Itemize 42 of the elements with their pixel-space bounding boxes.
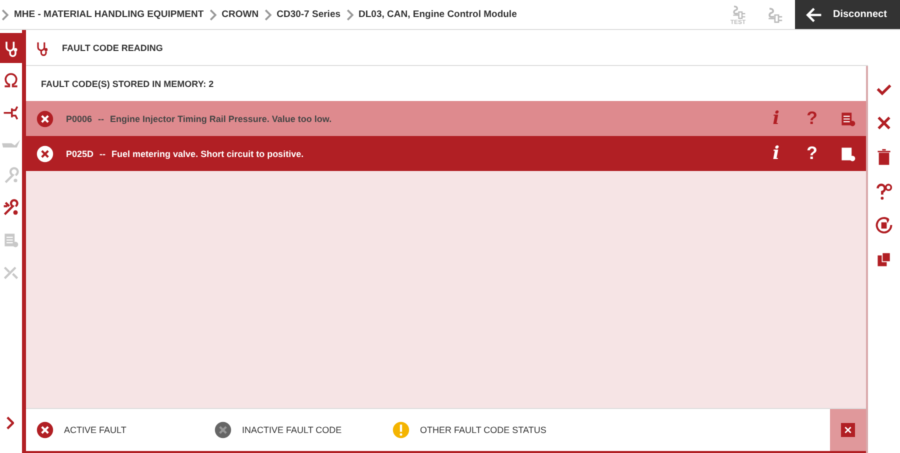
close-icon <box>841 423 855 437</box>
fault-code: P025D <box>66 148 94 158</box>
chevron-icon <box>344 8 355 20</box>
separator-dash: -- <box>98 114 104 124</box>
close-button[interactable] <box>830 409 866 451</box>
chevron-icon <box>6 416 14 430</box>
section-title: FAULT CODE READING <box>62 42 163 52</box>
active-fault-icon <box>36 144 54 162</box>
breadcrumb-item[interactable]: MHE - MATERIAL HANDLING EQUIPMENT <box>14 9 204 20</box>
legend-label: INACTIVE FAULT CODE <box>242 425 342 435</box>
help-button[interactable]: ? <box>794 143 830 164</box>
disconnect-button[interactable]: Disconnect <box>795 0 900 29</box>
warning-icon <box>392 421 410 439</box>
breadcrumb-item[interactable]: CD30-7 Series <box>276 9 341 20</box>
fault-row[interactable]: P025D -- Fuel metering valve. Short circuit to positive. i ? <box>26 136 866 171</box>
fault-description: Engine Injector Timing Rail Pressure. Value too low. <box>110 114 333 124</box>
chevron-icon <box>208 8 218 20</box>
chevron-icon <box>0 8 10 20</box>
fault-description: Fuel metering valve. Short circuit to positive. <box>112 148 305 158</box>
breadcrumb-item[interactable]: DL03, CAN, Engine Control Module <box>358 9 517 20</box>
inactive-fault-icon <box>214 421 232 439</box>
fault-count-heading: FAULT CODE(S) STORED IN MEMORY: 2 <box>41 78 214 88</box>
omega-icon <box>2 71 20 89</box>
trash-icon <box>875 148 893 166</box>
plug-icon <box>730 4 746 20</box>
breadcrumb-item[interactable]: CROWN <box>222 9 259 20</box>
active-fault-icon <box>36 421 54 439</box>
legend-label: OTHER FAULT CODE STATUS <box>420 425 546 435</box>
separator-dash: -- <box>100 148 106 158</box>
clipboard-icon <box>875 250 893 268</box>
active-fault-icon <box>36 110 54 128</box>
stethoscope-icon <box>34 40 50 56</box>
close-icon <box>875 114 893 132</box>
legend-label: ACTIVE FAULT <box>64 425 126 435</box>
chevron-icon <box>262 8 273 20</box>
sidebar-item[interactable] <box>0 33 22 63</box>
back-arrow-icon <box>805 6 823 24</box>
fault-row[interactable]: P0006 -- Engine Injector Timing Rail Pressure. Value too low. i ? <box>26 101 866 136</box>
info-button[interactable]: i <box>758 143 794 164</box>
fault-code: P0006 <box>66 114 92 124</box>
list-icon <box>2 231 20 249</box>
help-settings-icon <box>875 182 893 200</box>
